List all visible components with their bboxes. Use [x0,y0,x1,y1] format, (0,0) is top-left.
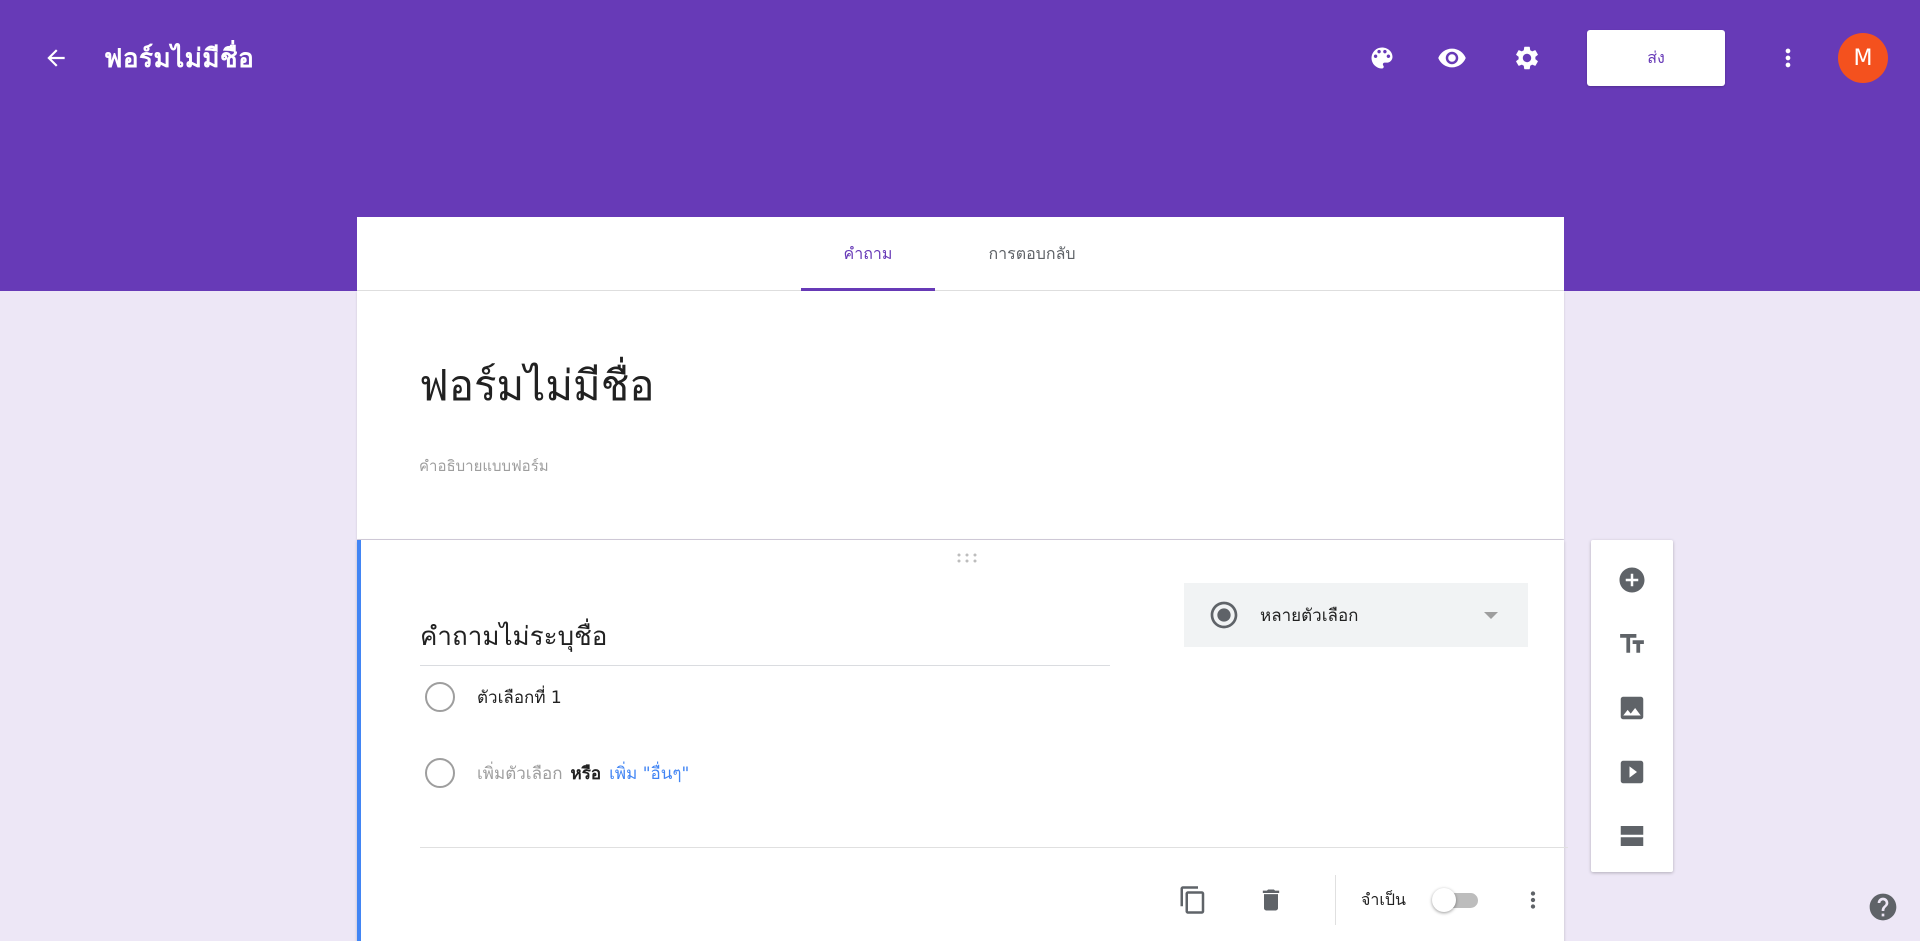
palette-icon [1371,47,1393,69]
video-icon [1620,760,1644,784]
help-icon [1869,893,1897,921]
caret-down-icon [1484,612,1498,619]
option-row: ตัวเลือกที่ 1 [425,680,562,714]
preview-button[interactable] [1430,36,1474,80]
settings-button[interactable] [1505,36,1549,80]
add-other-link[interactable]: เพิ่ม "อื่นๆ" [609,760,689,787]
image-icon [1620,696,1644,720]
radio-icon [425,682,455,712]
add-image-button[interactable] [1610,686,1654,730]
send-button[interactable]: ส่ง [1587,30,1725,86]
required-toggle[interactable] [1432,888,1480,912]
palette-button[interactable] [1360,36,1404,80]
app-title[interactable]: ฟอร์มไม่มีชื่อ [104,38,254,79]
form-title-input[interactable]: ฟอร์มไม่มีชื่อ [419,353,654,419]
question-type-select[interactable]: หลายตัวเลือก [1184,583,1528,647]
drag-dots-icon [957,553,977,563]
tab-bar: คำถาม การตอบกลับ [357,217,1564,291]
trash-icon [1262,889,1280,911]
delete-button[interactable] [1249,878,1293,922]
toggle-thumb [1432,888,1456,912]
back-button[interactable] [34,36,78,80]
tab-questions[interactable]: คำถาม [801,217,935,291]
title-text-icon [1620,634,1644,653]
required-label: จำเป็น [1361,890,1406,909]
question-title-input[interactable]: คำถามไม่ระบุชื่อ [420,608,1110,666]
gear-icon [1516,46,1538,70]
radio-checked-icon [1210,601,1238,629]
add-title-button[interactable] [1610,622,1654,666]
add-section-button[interactable] [1610,814,1654,858]
or-label: หรือ [570,763,602,784]
copy-icon [1180,886,1205,914]
form-description-input[interactable]: คำอธิบายแบบฟอร์ม [419,454,549,478]
divider [1335,875,1336,925]
avatar[interactable]: M [1838,33,1888,83]
duplicate-button[interactable] [1171,878,1215,922]
drag-handle[interactable] [952,548,982,568]
more-options-button[interactable] [1768,36,1808,80]
question-card[interactable]: คำถามไม่ระบุชื่อ หลายตัวเลือก ตัวเลือกที… [357,540,1568,941]
add-option-input[interactable]: เพิ่มตัวเลือก [477,760,563,787]
radio-icon [425,758,455,788]
tab-responses[interactable]: การตอบกลับ [957,217,1107,291]
help-button[interactable] [1866,890,1900,924]
divider [420,847,1568,848]
more-vert-icon [1530,891,1536,909]
add-circle-icon [1619,567,1645,593]
form-title-card: ฟอร์มไม่มีชื่อ คำอธิบายแบบฟอร์ม [357,291,1564,539]
add-video-button[interactable] [1610,750,1654,794]
option-1-input[interactable]: ตัวเลือกที่ 1 [477,684,562,711]
side-toolbar [1591,540,1673,872]
add-question-button[interactable] [1610,558,1654,602]
app-bar: ฟอร์มไม่มีชื่อ ส่ง M [0,0,1920,116]
question-type-label: หลายตัวเลือก [1260,605,1359,626]
section-icon [1620,826,1644,846]
arrow-left-icon [47,49,65,67]
eye-icon [1438,48,1466,68]
add-option-row: เพิ่มตัวเลือก หรือ เพิ่ม "อื่นๆ" [425,756,689,790]
more-vert-icon [1785,48,1791,68]
question-more-button[interactable] [1511,878,1555,922]
